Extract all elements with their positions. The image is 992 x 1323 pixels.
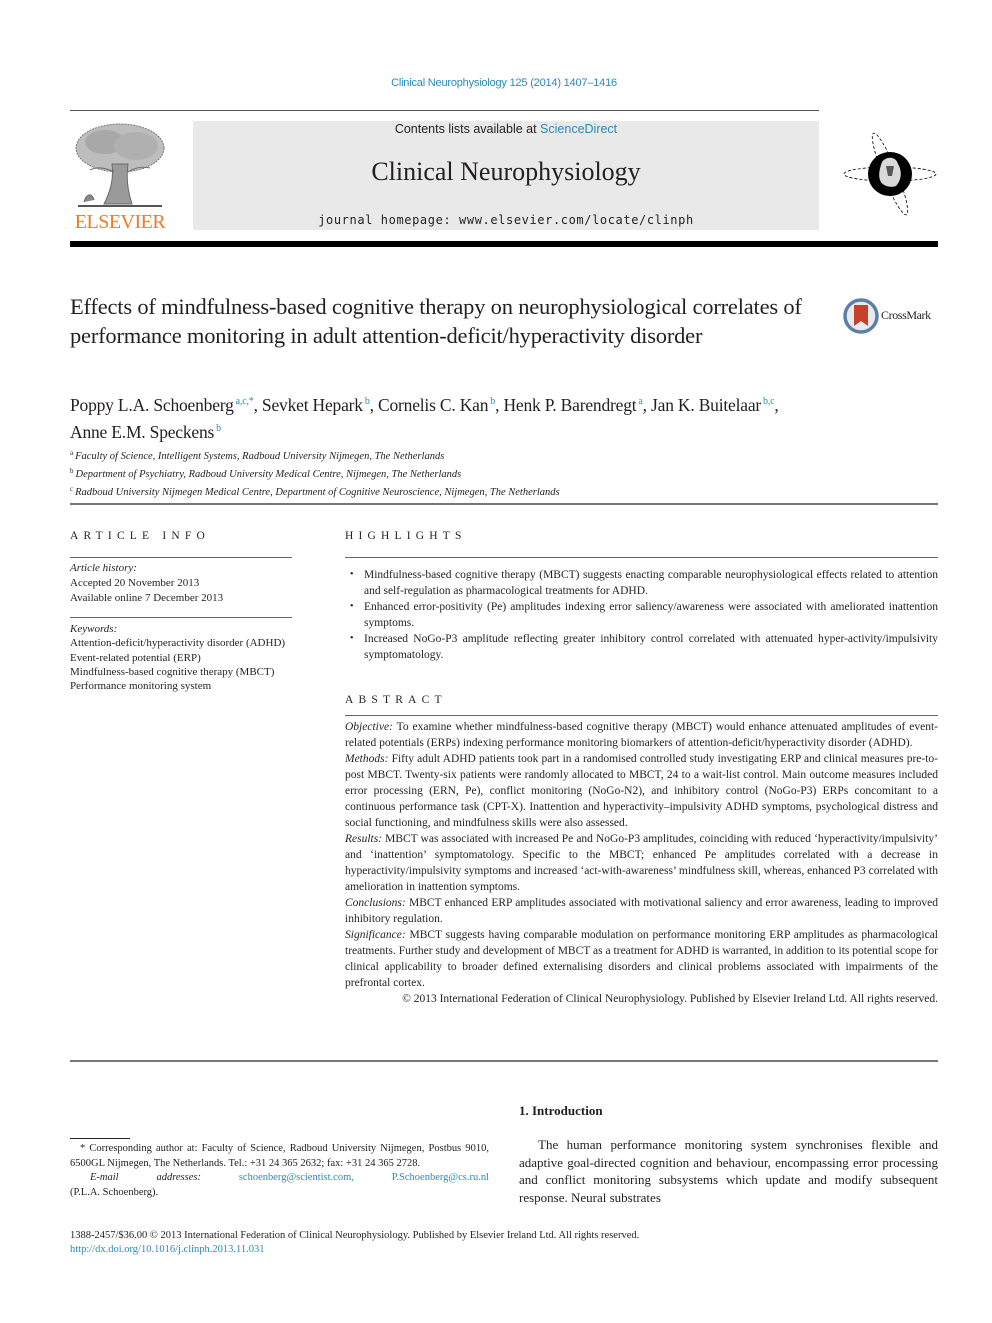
homepage-url-link[interactable]: www.elsevier.com/locate/clinph [459,213,694,227]
doi-link[interactable]: http://dx.doi.org/10.1016/j.clinph.2013.… [70,1244,265,1255]
corresponding-author-text: * Corresponding author at: Faculty of Sc… [70,1143,489,1169]
author-affiliation-sup[interactable]: b,c [763,396,775,407]
contents-line: Contents lists available at ScienceDirec… [193,122,819,136]
section-divider [70,503,938,505]
keywords-label: Keywords: [70,623,118,635]
abstract-divider [345,715,938,716]
affiliation: c Radboud University Nijmegen Medical Cen… [70,482,770,500]
footnote-divider [70,1138,130,1139]
affiliation: b Department of Psychiatry, Radboud Unive… [70,464,770,482]
abstract-section-label: Significance: [345,929,406,941]
author[interactable]: Cornelis C. Kan b [378,395,495,415]
crossmark-button[interactable]: CrossMark [843,298,943,334]
introduction-text: The human performance monitoring system … [519,1137,938,1205]
journal-title: Clinical Neurophysiology [371,157,641,186]
abstract-section-label: Conclusions: [345,897,406,909]
author[interactable]: Poppy L.A. Schoenberg a,c,* [70,395,254,415]
abstract-copyright: © 2013 International Federation of Clini… [402,993,938,1005]
affiliation-text: Faculty of Science, Intelligent Systems,… [75,451,445,462]
email-row: E-mail addresses: schoenberg@scientist.c… [70,1171,489,1186]
abstract-section-text: To examine whether mindfulness-based cog… [345,721,938,749]
abstract-section: Methods: Fifty adult ADHD patients took … [345,751,938,831]
abstract-section-text: MBCT was associated with increased Pe an… [345,833,938,893]
highlights-divider [345,557,938,558]
article-history: Article history: Accepted 20 November 20… [70,561,300,606]
highlight-item: Enhanced error-positivity (Pe) amplitude… [345,599,938,631]
author-affiliation-sup[interactable]: a,c,* [236,396,254,407]
highlights-list: Mindfulness-based cognitive therapy (MBC… [345,567,938,663]
affiliation: a Faculty of Science, Intelligent Systems… [70,446,770,464]
header-divider [70,110,819,111]
sciencedirect-link[interactable]: ScienceDirect [540,122,617,136]
abstract-section-label: Methods: [345,753,389,765]
affiliation-key: c [70,485,74,493]
author-separator: , [642,395,652,415]
introduction-heading: 1. Introduction [519,1103,603,1118]
elsevier-wordmark: ELSEVIER [74,211,166,233]
history-item: Available online 7 December 2013 [70,592,224,604]
author[interactable]: Henk P. Barendregt a [503,395,642,415]
elsevier-tree-icon [75,123,165,207]
author-separator: , [253,395,262,415]
email-owner: (P.L.A. Schoenberg). [70,1186,159,1198]
abstract-heading: ABSTRACT [345,694,447,706]
abstract-section: Objective: To examine whether mindfulnes… [345,719,938,751]
homepage-prefix: journal homepage: [318,213,460,227]
author-affiliation-sup[interactable]: b [216,423,221,434]
journal-reference-link[interactable]: Clinical Neurophysiology 125 (2014) 1407… [0,77,992,89]
header-thick-divider [70,241,938,247]
abstract-section-label: Results: [345,833,383,845]
abstract-section: Results: MBCT was associated with increa… [345,831,938,895]
abstract-section: Conclusions: MBCT enhanced ERP amplitude… [345,895,938,927]
abstract-section-label: Objective: [345,721,393,733]
keyword: Performance monitoring system [70,680,212,693]
affiliation-key: a [70,449,74,457]
contents-prefix: Contents lists available at [394,122,541,136]
history-label: Article history: [70,562,137,574]
author[interactable]: Sevket Hepark b [262,395,370,415]
author[interactable]: Anne E.M. Speckens b [70,422,221,442]
email-label: E-mail [90,1172,119,1183]
affiliation-text: Department of Psychiatry, Radboud Univer… [75,469,462,480]
keyword: Attention-deficit/hyperactivity disorder… [70,637,286,650]
email-label-2: addresses: [156,1172,201,1183]
affiliations: a Faculty of Science, Intelligent Systems… [70,446,770,500]
author[interactable]: Jan K. Buitelaar b,c [651,395,775,415]
highlight-item: Increased NoGo-P3 amplitude reflecting g… [345,631,938,663]
email-link[interactable]: P.Schoenberg@cs.ru.nl [392,1171,489,1186]
section-divider [70,1060,938,1062]
journal-homepage: journal homepage: www.elsevier.com/locat… [193,213,819,227]
email-link[interactable]: schoenberg@scientist.com, [239,1171,354,1186]
highlight-item: Mindfulness-based cognitive therapy (MBC… [345,567,938,599]
keyword: Mindfulness-based cognitive therapy (MBC… [70,665,275,678]
abstract-section-text: MBCT suggests having comparable modulati… [345,929,938,989]
abstract-body: Objective: To examine whether mindfulnes… [345,719,938,1007]
article-info-divider [70,617,292,618]
elsevier-logo[interactable]: ELSEVIER [70,120,170,233]
abstract-section-text: Fifty adult ADHD patients took part in a… [345,753,938,829]
author-separator: , [369,395,378,415]
crossmark-icon [843,298,879,334]
article-info-heading: ARTICLE INFO [70,530,210,542]
issn-copyright-line: 1388-2457/$36.00 © 2013 International Fe… [70,1230,640,1241]
article-title: Effects of mindfulness-based cognitive t… [70,294,802,348]
society-logo [842,130,938,220]
abstract-section-text: MBCT enhanced ERP amplitudes associated … [345,897,938,925]
keyword: Event-related potential (ERP) [70,651,201,664]
corresponding-author-footnote: * Corresponding author at: Faculty of Sc… [70,1142,489,1200]
article-info-divider [70,557,292,558]
abstract-section: Significance: MBCT suggests having compa… [345,927,938,991]
journal-masthead: Contents lists available at ScienceDirec… [193,121,819,230]
keywords: Keywords: Attention-deficit/hyperactivit… [70,622,300,693]
affiliation-key: b [70,467,74,475]
affiliation-text: Radboud University Nijmegen Medical Cent… [75,487,560,498]
crossmark-label: CrossMark [881,308,931,322]
society-emblem-icon [843,132,937,216]
highlights-heading: HIGHLIGHTS [345,530,467,542]
author-separator: , [774,395,779,415]
author-list: Poppy L.A. Schoenberg a,c,*, Sevket Hepar… [70,390,940,444]
history-item: Accepted 20 November 2013 [70,577,200,589]
